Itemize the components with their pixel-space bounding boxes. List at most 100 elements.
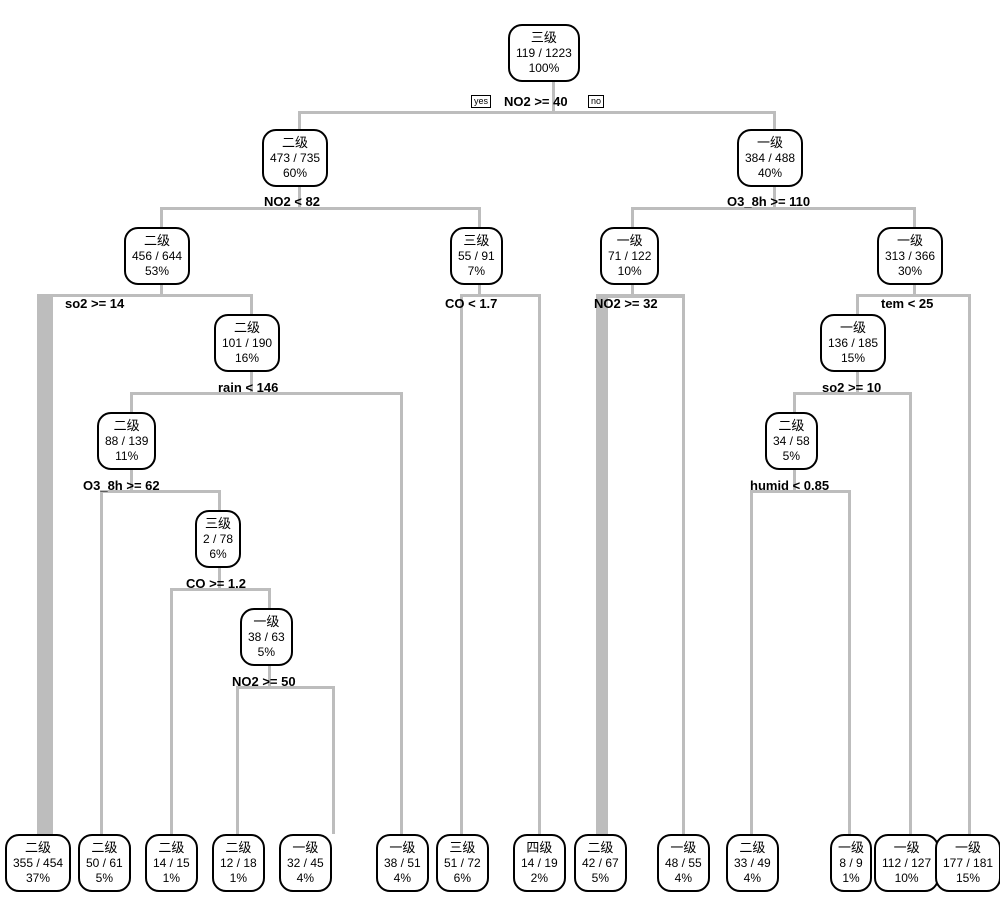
node-label: 一级: [608, 233, 651, 249]
node-label: 一级: [943, 840, 993, 856]
node-fraction: 38 / 51: [384, 856, 421, 871]
yes-tag: yes: [471, 95, 491, 108]
node-percent: 10%: [882, 871, 931, 886]
node-percent: 7%: [458, 264, 495, 279]
node-percent: 60%: [270, 166, 320, 181]
node-percent: 5%: [773, 449, 810, 464]
node-llrlrr: 一级 38 / 63 5%: [240, 608, 293, 666]
node-percent: 4%: [384, 871, 421, 886]
node-fraction: 48 / 55: [665, 856, 702, 871]
leaf-node: 一级 48 / 55 4%: [657, 834, 710, 892]
node-level2-left: 二级 473 / 735 60%: [262, 129, 328, 187]
node-fraction: 112 / 127: [882, 856, 931, 871]
node-label: 二级: [13, 840, 63, 856]
leaf-node: 一级 112 / 127 10%: [874, 834, 939, 892]
node-fraction: 88 / 139: [105, 434, 148, 449]
node-percent: 4%: [287, 871, 324, 886]
node-label: 二级: [222, 320, 272, 336]
cond-llr: rain < 146: [218, 380, 278, 395]
node-label: 一级: [248, 614, 285, 630]
node-percent: 5%: [248, 645, 285, 660]
node-fraction: 136 / 185: [828, 336, 878, 351]
node-fraction: 71 / 122: [608, 249, 651, 264]
node-percent: 100%: [516, 61, 572, 76]
node-fraction: 384 / 488: [745, 151, 795, 166]
node-percent: 37%: [13, 871, 63, 886]
node-label: 一级: [665, 840, 702, 856]
node-fraction: 8 / 9: [838, 856, 864, 871]
leaf-node: 三级 51 / 72 6%: [436, 834, 489, 892]
node-label: 一级: [745, 135, 795, 151]
node-level2-right: 一级 384 / 488 40%: [737, 129, 803, 187]
node-fraction: 119 / 1223: [516, 46, 572, 61]
node-percent: 1%: [838, 871, 864, 886]
node-percent: 1%: [220, 871, 257, 886]
node-fraction: 313 / 366: [885, 249, 935, 264]
node-percent: 1%: [153, 871, 190, 886]
node-label: 二级: [132, 233, 182, 249]
cond-lr: CO < 1.7: [445, 296, 497, 311]
node-label: 三级: [516, 30, 572, 46]
cond-rr: tem < 25: [881, 296, 933, 311]
node-rrl: 一级 136 / 185 15%: [820, 314, 886, 372]
leaf-node: 一级 32 / 45 4%: [279, 834, 332, 892]
node-llr: 二级 101 / 190 16%: [214, 314, 280, 372]
leaf-node: 二级 355 / 454 37%: [5, 834, 71, 892]
node-percent: 15%: [943, 871, 993, 886]
node-percent: 5%: [582, 871, 619, 886]
node-label: 三级: [203, 516, 233, 532]
node-percent: 30%: [885, 264, 935, 279]
node-rrll: 二级 34 / 58 5%: [765, 412, 818, 470]
cond-llrl: O3_8h >= 62: [83, 478, 160, 493]
node-percent: 2%: [521, 871, 558, 886]
node-percent: 6%: [203, 547, 233, 562]
node-label: 一级: [828, 320, 878, 336]
node-lr: 三级 55 / 91 7%: [450, 227, 503, 285]
node-label: 二级: [270, 135, 320, 151]
node-fraction: 42 / 67: [582, 856, 619, 871]
node-fraction: 14 / 19: [521, 856, 558, 871]
cond-r: O3_8h >= 110: [727, 194, 810, 209]
node-fraction: 50 / 61: [86, 856, 123, 871]
leaf-node: 四级 14 / 19 2%: [513, 834, 566, 892]
node-label: 三级: [444, 840, 481, 856]
leaf-node: 二级 42 / 67 5%: [574, 834, 627, 892]
node-percent: 4%: [734, 871, 771, 886]
node-percent: 5%: [86, 871, 123, 886]
node-label: 二级: [773, 418, 810, 434]
node-fraction: 12 / 18: [220, 856, 257, 871]
node-llrl: 二级 88 / 139 11%: [97, 412, 156, 470]
leaf-node: 二级 14 / 15 1%: [145, 834, 198, 892]
node-fraction: 38 / 63: [248, 630, 285, 645]
node-percent: 10%: [608, 264, 651, 279]
cond-llrlr: CO >= 1.2: [186, 576, 246, 591]
node-percent: 16%: [222, 351, 272, 366]
cond-rrl: so2 >= 10: [822, 380, 881, 395]
node-fraction: 51 / 72: [444, 856, 481, 871]
node-percent: 40%: [745, 166, 795, 181]
node-fraction: 55 / 91: [458, 249, 495, 264]
cond-ll: so2 >= 14: [65, 296, 124, 311]
node-label: 二级: [105, 418, 148, 434]
node-fraction: 177 / 181: [943, 856, 993, 871]
node-label: 一级: [882, 840, 931, 856]
node-fraction: 101 / 190: [222, 336, 272, 351]
node-root: 三级 119 / 1223 100%: [508, 24, 580, 82]
node-label: 三级: [458, 233, 495, 249]
node-percent: 53%: [132, 264, 182, 279]
node-label: 二级: [220, 840, 257, 856]
node-label: 二级: [86, 840, 123, 856]
decision-tree-diagram: 三级 119 / 1223 100% 二级 473 / 735 60% 一级 3…: [0, 0, 1000, 898]
cond-rl: NO2 >= 32: [594, 296, 658, 311]
cond-rrll: humid < 0.85: [750, 478, 829, 493]
node-label: 二级: [153, 840, 190, 856]
node-label: 二级: [734, 840, 771, 856]
node-fraction: 34 / 58: [773, 434, 810, 449]
node-fraction: 14 / 15: [153, 856, 190, 871]
node-label: 一级: [838, 840, 864, 856]
cond-root: NO2 >= 40: [504, 94, 568, 109]
leaf-node: 一级 177 / 181 15%: [935, 834, 1000, 892]
node-fraction: 355 / 454: [13, 856, 63, 871]
node-ll: 二级 456 / 644 53%: [124, 227, 190, 285]
node-percent: 11%: [105, 449, 148, 464]
